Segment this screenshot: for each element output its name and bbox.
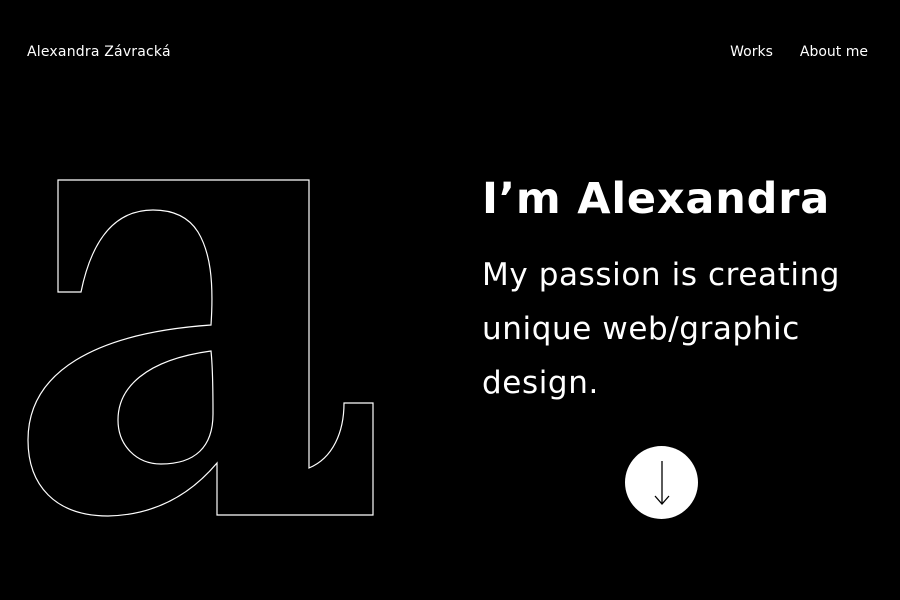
nav-link-about-me[interactable]: About me (800, 44, 868, 60)
outline-letter-a-icon (27, 179, 374, 517)
site-brand[interactable]: Alexandra Závracká (27, 44, 171, 60)
hero-section: I’m Alexandra My passion is creating uni… (482, 170, 882, 410)
hero-tagline: My passion is creating unique web/graphi… (482, 257, 841, 401)
main-nav: Works About me (730, 44, 868, 60)
arrow-down-icon (654, 460, 669, 505)
hero-heading: I’m Alexandra (482, 174, 831, 224)
scroll-down-button[interactable] (625, 446, 698, 519)
nav-link-works[interactable]: Works (730, 44, 773, 60)
